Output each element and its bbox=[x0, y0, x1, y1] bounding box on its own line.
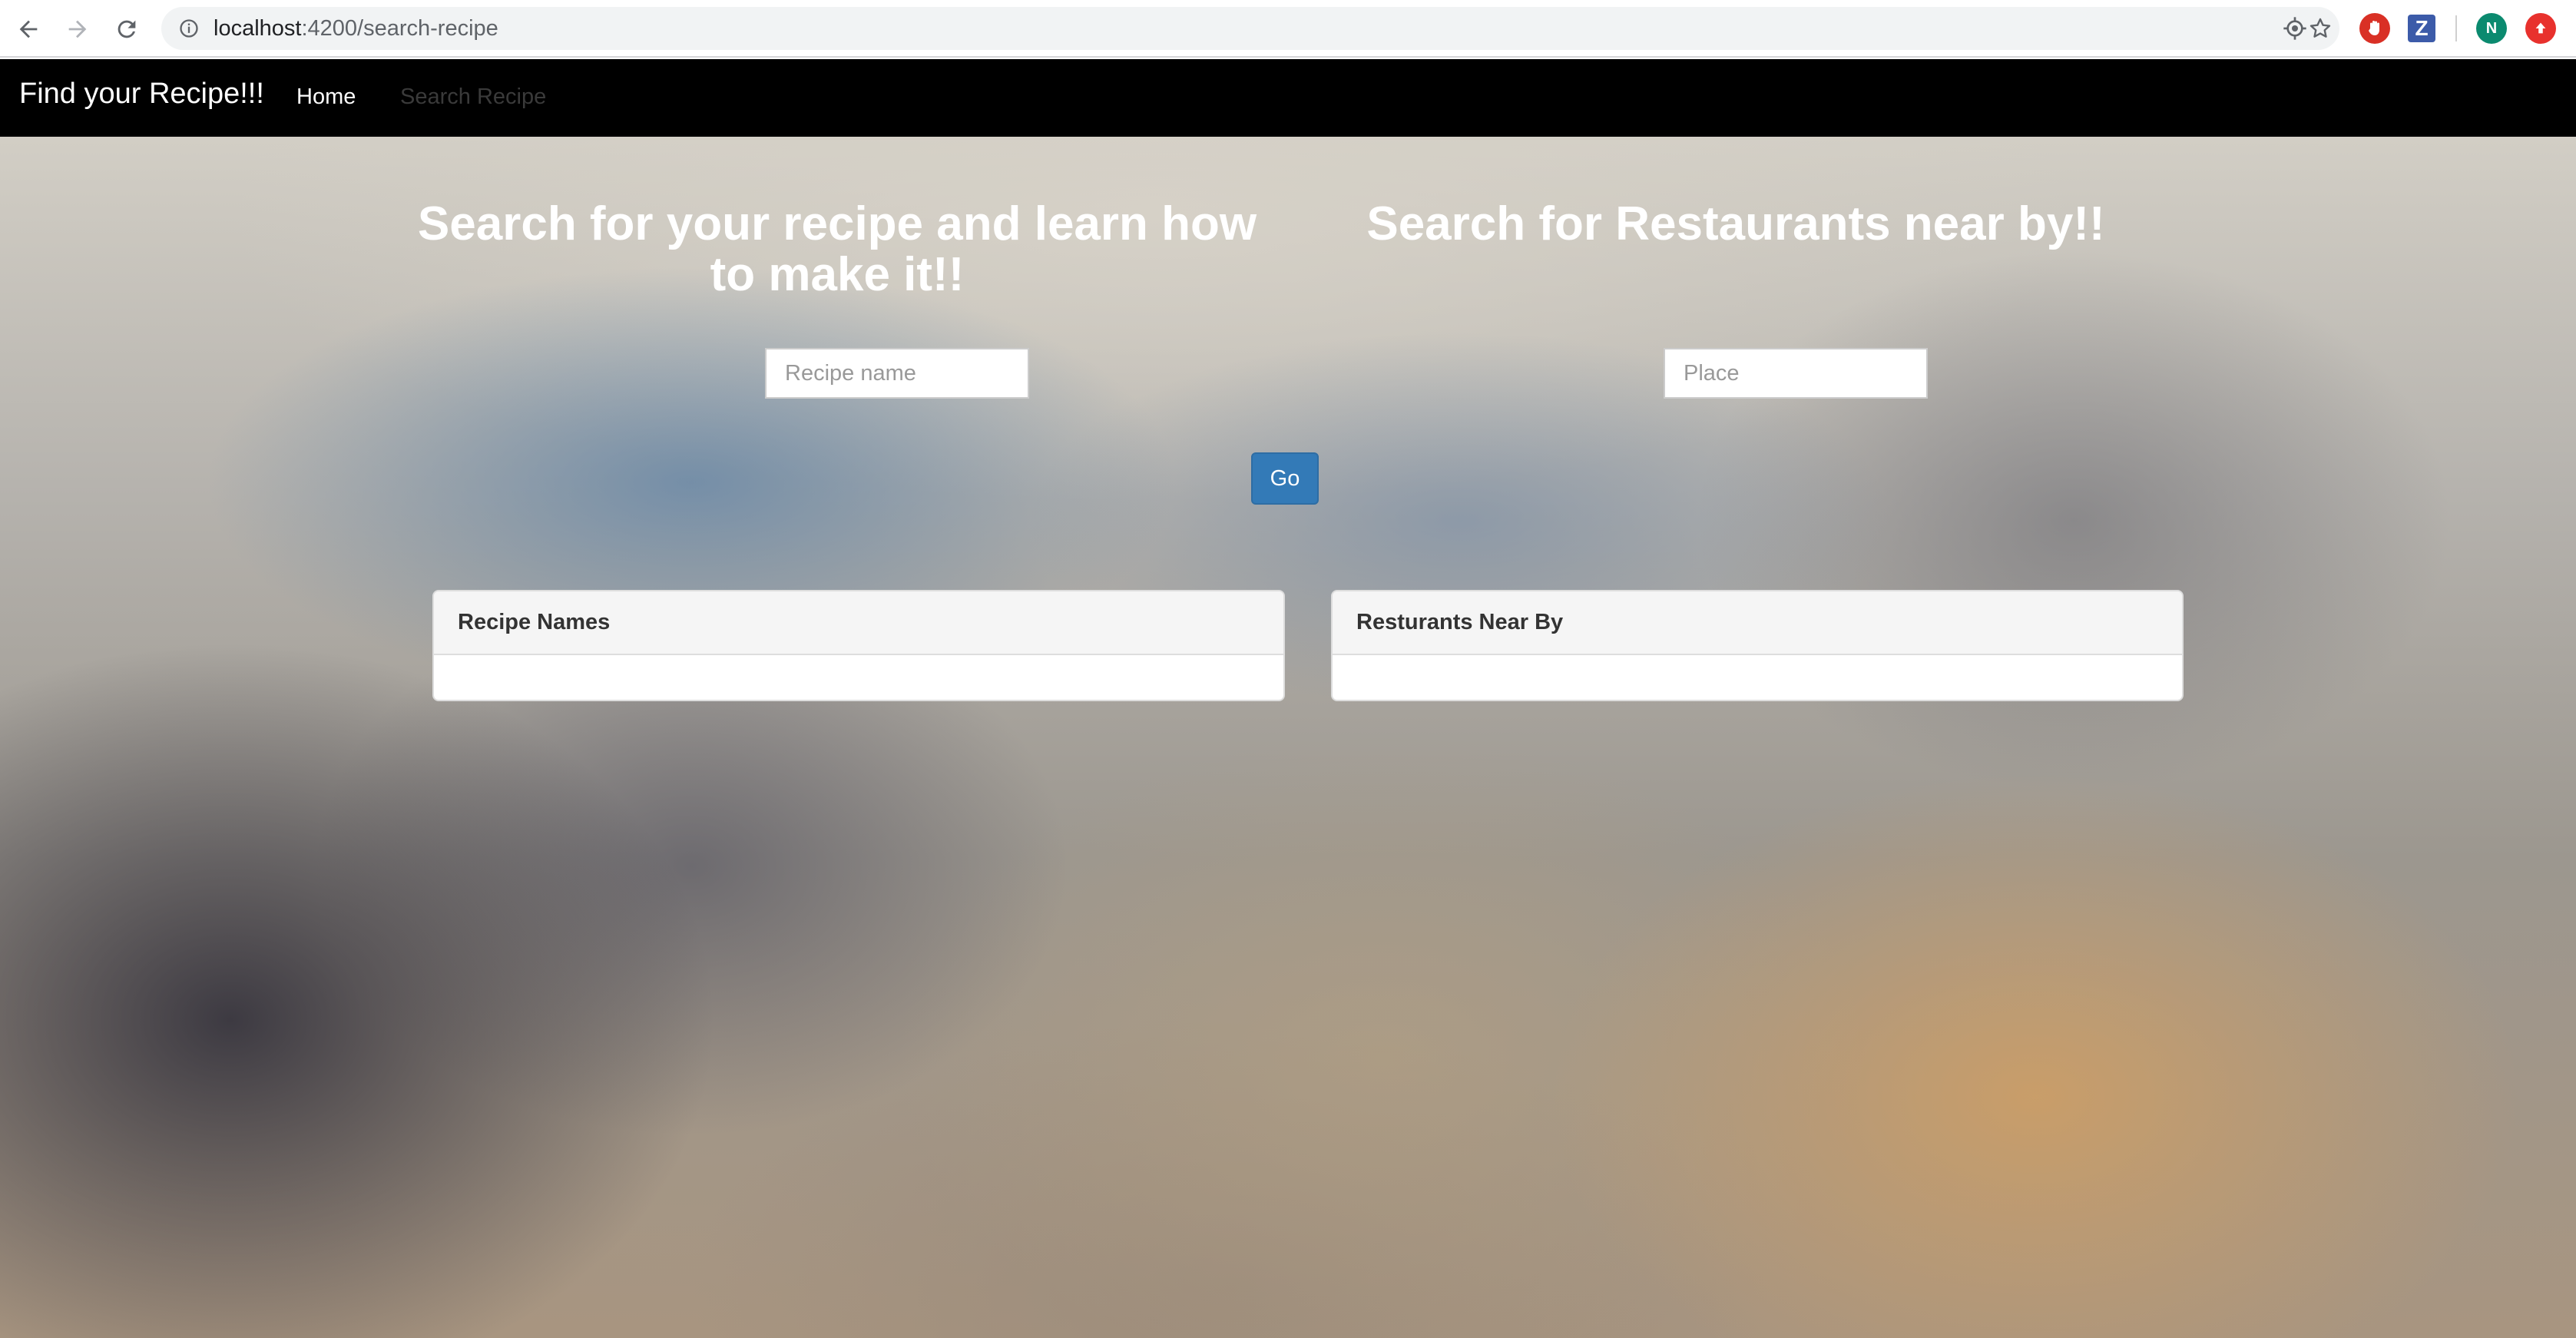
extension-z-icon[interactable]: Z bbox=[2408, 15, 2435, 42]
star-icon[interactable] bbox=[2308, 16, 2333, 41]
blurred-background: Search for your recipe and learn how to … bbox=[0, 137, 2576, 1338]
recipe-names-list bbox=[434, 655, 1283, 700]
url-text[interactable]: localhost:4200/search-recipe bbox=[214, 16, 498, 41]
extension-upload-icon[interactable] bbox=[2525, 13, 2556, 44]
restaurants-list bbox=[1333, 655, 2182, 700]
reload-icon bbox=[118, 20, 136, 38]
reload-button[interactable] bbox=[110, 12, 144, 46]
recipe-name-input[interactable] bbox=[765, 348, 1029, 399]
restaurants-panel: Resturants Near By bbox=[1331, 590, 2184, 701]
nav-search-recipe-link[interactable]: Search Recipe bbox=[400, 84, 546, 110]
extension-red-icon[interactable] bbox=[2359, 13, 2390, 44]
brand-title[interactable]: Find your Recipe!!! bbox=[19, 78, 264, 111]
browser-toolbar: localhost:4200/search-recipe Z N bbox=[0, 0, 2576, 58]
place-input[interactable] bbox=[1664, 348, 1928, 399]
profile-initial: N bbox=[2485, 19, 2498, 37]
arrow-up-icon bbox=[2535, 22, 2546, 34]
forward-icon bbox=[68, 20, 87, 38]
app-navbar: Find your Recipe!!! Home Search Recipe bbox=[0, 59, 2576, 137]
url-host: localhost bbox=[214, 16, 302, 41]
recipe-search-heading: Search for your recipe and learn how to … bbox=[417, 197, 1257, 301]
restaurant-search-heading: Search for Restaurants near by!! bbox=[1366, 197, 2105, 250]
recipe-names-panel: Recipe Names bbox=[432, 590, 1285, 701]
go-button[interactable]: Go bbox=[1251, 452, 1319, 505]
address-bar[interactable]: localhost:4200/search-recipe bbox=[161, 7, 2339, 50]
hand-icon bbox=[2369, 21, 2379, 35]
restaurants-heading: Resturants Near By bbox=[1333, 591, 2182, 655]
url-path: :4200/search-recipe bbox=[301, 16, 498, 41]
nav-home-link[interactable]: Home bbox=[296, 84, 356, 110]
forward-button[interactable] bbox=[61, 12, 94, 46]
location-icon[interactable] bbox=[2283, 16, 2307, 41]
recipe-names-heading: Recipe Names bbox=[434, 591, 1283, 655]
info-icon[interactable] bbox=[178, 18, 200, 39]
profile-avatar[interactable]: N bbox=[2476, 13, 2507, 44]
back-button[interactable] bbox=[12, 12, 45, 46]
back-icon bbox=[19, 20, 38, 38]
toolbar-divider bbox=[2455, 15, 2457, 41]
